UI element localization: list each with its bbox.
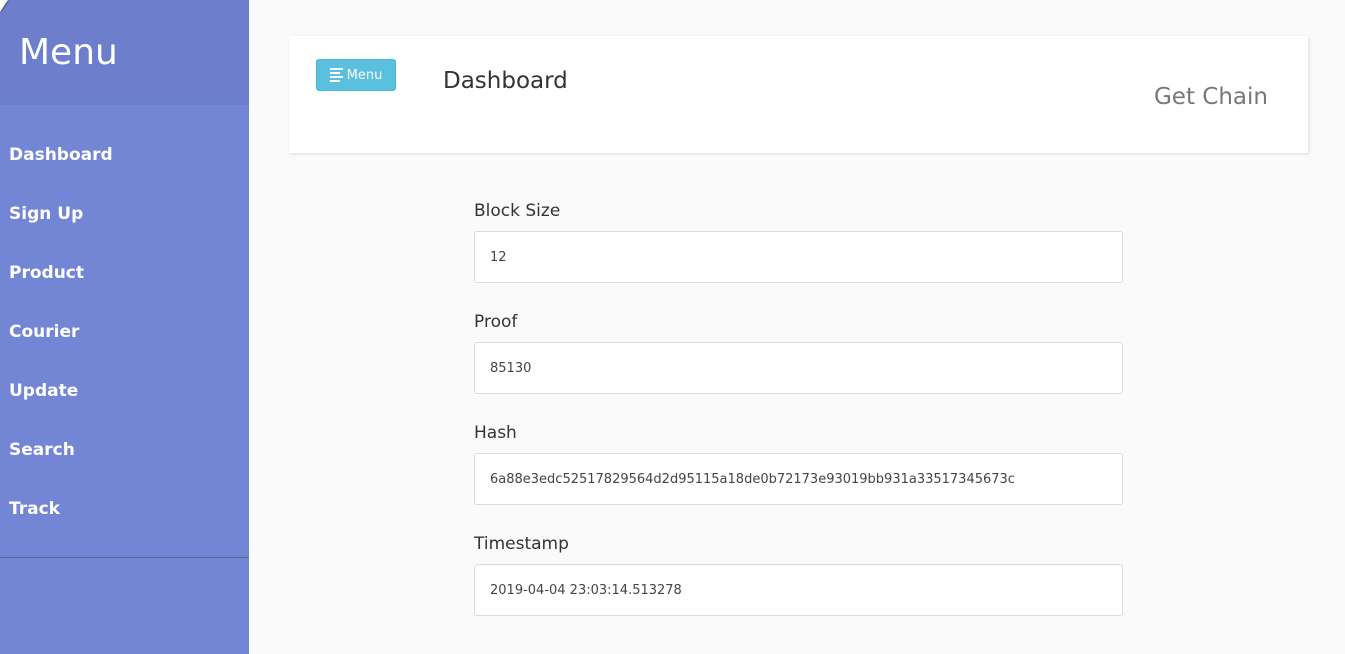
get-chain-link[interactable]: Get Chain: [1154, 84, 1268, 110]
timestamp-field[interactable]: [474, 564, 1123, 616]
sidebar-menu: Dashboard Sign Up Product Courier Update…: [0, 105, 249, 558]
sidebar-item-sign-up[interactable]: Sign Up: [0, 184, 249, 243]
sidebar: Menu Dashboard Sign Up Product Courier U…: [0, 0, 249, 654]
sidebar-item-dashboard[interactable]: Dashboard: [0, 125, 249, 184]
sidebar-item-courier[interactable]: Courier: [0, 302, 249, 361]
proof-group: Proof: [474, 311, 1123, 422]
block-size-label: Block Size: [474, 201, 561, 221]
hash-group: Hash: [474, 422, 1123, 533]
sidebar-item-label: Update: [9, 380, 79, 401]
block-size-group: Block Size: [474, 200, 1123, 311]
sidebar-header: Menu: [0, 0, 249, 105]
sidebar-item-product[interactable]: Product: [0, 243, 249, 302]
sidebar-item-label: Product: [9, 262, 84, 283]
menu-toggle-button[interactable]: Menu: [316, 59, 396, 91]
timestamp-label: Timestamp: [474, 534, 569, 554]
block-size-field[interactable]: [474, 231, 1123, 283]
sidebar-item-label: Courier: [9, 321, 80, 342]
sidebar-title: Menu: [19, 32, 118, 73]
block-details-form: Block Size Proof Hash Timestamp: [474, 200, 1123, 644]
sidebar-item-search[interactable]: Search: [0, 420, 249, 479]
timestamp-group: Timestamp: [474, 533, 1123, 644]
hash-label: Hash: [474, 423, 517, 443]
menu-toggle-label: Menu: [346, 67, 383, 83]
mouse-cursor-icon: [0, 0, 8, 12]
sidebar-item-label: Search: [9, 439, 75, 460]
sidebar-item-label: Dashboard: [9, 144, 113, 165]
sidebar-item-label: Track: [9, 498, 60, 519]
proof-field[interactable]: [474, 342, 1123, 394]
align-left-icon: [329, 68, 343, 82]
main-content: Menu Dashboard Get Chain Block Size Proo…: [249, 0, 1345, 654]
page-title: Dashboard: [443, 68, 568, 94]
hash-field[interactable]: [474, 453, 1123, 505]
top-navbar: Menu Dashboard Get Chain: [289, 36, 1308, 153]
sidebar-item-label: Sign Up: [9, 203, 84, 224]
proof-label: Proof: [474, 312, 518, 332]
sidebar-item-update[interactable]: Update: [0, 361, 249, 420]
sidebar-item-track[interactable]: Track: [0, 479, 249, 538]
